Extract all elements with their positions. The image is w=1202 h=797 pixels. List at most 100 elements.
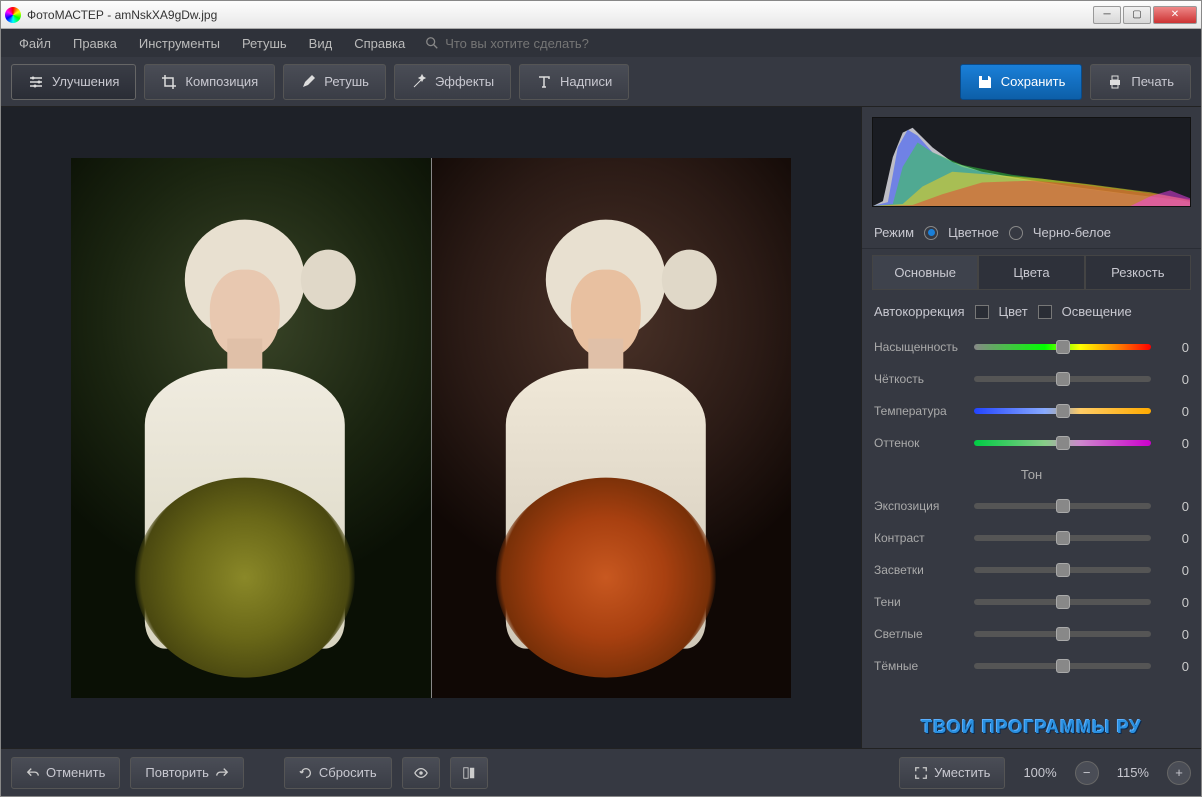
zoom-fit-label: 100% <box>1015 765 1064 780</box>
mode-label: Режим <box>874 225 914 240</box>
autocorrect-row: Автокоррекция Цвет Освещение <box>874 300 1189 329</box>
close-button[interactable]: ✕ <box>1153 6 1197 24</box>
menu-edit[interactable]: Правка <box>63 32 127 55</box>
after-pane <box>431 158 792 698</box>
tab-colors[interactable]: Цвета <box>978 255 1084 290</box>
main-toolbar: Улучшения Композиция Ретушь Эффекты Надп… <box>1 57 1201 107</box>
tab-text[interactable]: Надписи <box>519 64 629 100</box>
slider-shadows: Тени 0 <box>874 588 1189 616</box>
radio-color[interactable] <box>924 226 938 240</box>
slider-clarity-track[interactable] <box>974 376 1151 382</box>
color-mode-row: Режим Цветное Черно-белое <box>862 217 1201 249</box>
reset-button[interactable]: Сбросить <box>284 757 392 789</box>
zoom-in-button[interactable]: + <box>1167 761 1191 785</box>
tone-header: Тон <box>874 461 1189 488</box>
bottom-bar: Отменить Повторить Сбросить Уместить 100… <box>1 748 1201 796</box>
window-title: ФотоМАСТЕР - amNskXA9gDw.jpg <box>27 8 1093 22</box>
slider-exposure: Экспозиция 0 <box>874 492 1189 520</box>
redo-button[interactable]: Повторить <box>130 757 243 789</box>
slider-temperature: Температура 0 <box>874 397 1189 425</box>
slider-saturation-track[interactable] <box>974 344 1151 350</box>
tab-effects-label: Эффекты <box>435 74 494 89</box>
save-button[interactable]: Сохранить <box>960 64 1083 100</box>
tab-basic[interactable]: Основные <box>872 255 978 290</box>
tab-enhance[interactable]: Улучшения <box>11 64 136 100</box>
save-label: Сохранить <box>1001 74 1066 89</box>
fit-icon <box>914 766 928 780</box>
compare-view <box>71 158 791 698</box>
undo-button[interactable]: Отменить <box>11 757 120 789</box>
redo-icon <box>215 766 229 780</box>
tab-text-label: Надписи <box>560 74 612 89</box>
canvas-area[interactable] <box>1 107 861 748</box>
tab-retouch[interactable]: Ретушь <box>283 64 386 100</box>
slider-clarity: Чёткость 0 <box>874 365 1189 393</box>
text-icon <box>536 74 552 90</box>
before-pane <box>71 158 431 698</box>
undo-icon <box>26 766 40 780</box>
minus-icon: − <box>1083 765 1091 780</box>
histogram <box>872 117 1191 207</box>
search-icon <box>425 36 439 50</box>
plus-icon: + <box>1175 765 1183 780</box>
radio-bw[interactable] <box>1009 226 1023 240</box>
radio-bw-label[interactable]: Черно-белое <box>1033 225 1111 240</box>
slider-temperature-track[interactable] <box>974 408 1151 414</box>
slider-exposure-track[interactable] <box>974 503 1151 509</box>
minimize-button[interactable]: ─ <box>1093 6 1121 24</box>
slider-contrast: Контраст 0 <box>874 524 1189 552</box>
check-auto-color[interactable] <box>975 305 989 319</box>
reset-icon <box>299 766 313 780</box>
autocorrect-label: Автокоррекция <box>874 304 965 319</box>
slider-tint-track[interactable] <box>974 440 1151 446</box>
print-button[interactable]: Печать <box>1090 64 1191 100</box>
menu-help[interactable]: Справка <box>344 32 415 55</box>
slider-tint: Оттенок 0 <box>874 429 1189 457</box>
zoom-current: 115% <box>1109 765 1157 780</box>
tab-composition[interactable]: Композиция <box>144 64 275 100</box>
slider-contrast-track[interactable] <box>974 535 1151 541</box>
titlebar: ФотоМАСТЕР - amNskXA9gDw.jpg ─ ▢ ✕ <box>1 1 1201 29</box>
print-label: Печать <box>1131 74 1174 89</box>
adjust-tabs: Основные Цвета Резкость <box>872 255 1191 290</box>
slider-highlights-track[interactable] <box>974 567 1151 573</box>
eye-icon <box>413 766 429 780</box>
preview-button[interactable] <box>402 757 440 789</box>
slider-saturation: Насыщенность 0 <box>874 333 1189 361</box>
menu-retouch[interactable]: Ретушь <box>232 32 297 55</box>
crop-icon <box>161 74 177 90</box>
tab-enhance-label: Улучшения <box>52 74 119 89</box>
fit-button[interactable]: Уместить <box>899 757 1005 789</box>
compare-icon <box>461 766 477 780</box>
slider-whites: Светлые 0 <box>874 620 1189 648</box>
tab-effects[interactable]: Эффекты <box>394 64 511 100</box>
tab-retouch-label: Ретушь <box>324 74 369 89</box>
wand-icon <box>411 74 427 90</box>
slider-shadows-track[interactable] <box>974 599 1151 605</box>
watermark: ТВОИ ПРОГРАММЫ РУ <box>862 707 1201 748</box>
app-icon <box>5 7 21 23</box>
slider-blacks-track[interactable] <box>974 663 1151 669</box>
side-panel: Режим Цветное Черно-белое Основные Цвета… <box>861 107 1201 748</box>
slider-highlights: Засветки 0 <box>874 556 1189 584</box>
check-auto-color-label[interactable]: Цвет <box>999 304 1028 319</box>
slider-blacks: Тёмные 0 <box>874 652 1189 680</box>
tab-sharp[interactable]: Резкость <box>1085 255 1191 290</box>
slider-whites-track[interactable] <box>974 631 1151 637</box>
menu-view[interactable]: Вид <box>299 32 343 55</box>
print-icon <box>1107 74 1123 90</box>
menu-file[interactable]: Файл <box>9 32 61 55</box>
compare-button[interactable] <box>450 757 488 789</box>
menubar: Файл Правка Инструменты Ретушь Вид Справ… <box>1 29 1201 57</box>
save-icon <box>977 74 993 90</box>
search-input[interactable] <box>445 36 645 51</box>
zoom-out-button[interactable]: − <box>1075 761 1099 785</box>
tab-composition-label: Композиция <box>185 74 258 89</box>
maximize-button[interactable]: ▢ <box>1123 6 1151 24</box>
sliders-icon <box>28 74 44 90</box>
brush-icon <box>300 74 316 90</box>
menu-tools[interactable]: Инструменты <box>129 32 230 55</box>
check-auto-light-label[interactable]: Освещение <box>1062 304 1132 319</box>
radio-color-label[interactable]: Цветное <box>948 225 999 240</box>
check-auto-light[interactable] <box>1038 305 1052 319</box>
